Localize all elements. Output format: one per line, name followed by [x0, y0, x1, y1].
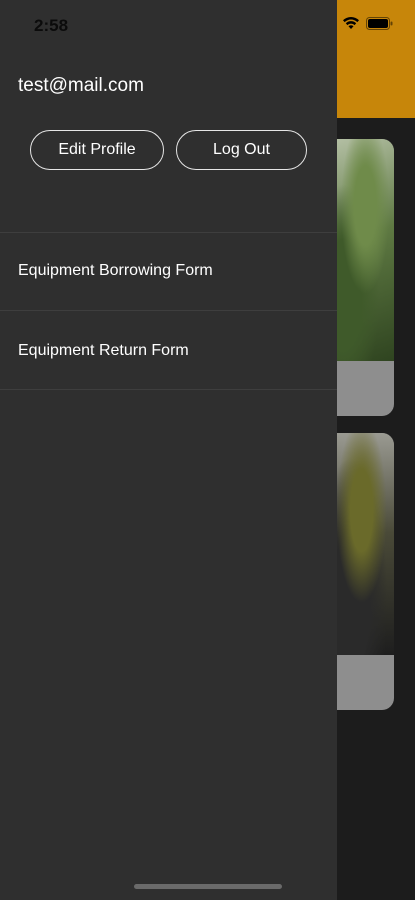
status-icons	[342, 16, 393, 30]
divider	[0, 389, 337, 390]
home-indicator[interactable]	[134, 884, 282, 889]
edit-profile-button[interactable]: Edit Profile	[30, 130, 164, 170]
divider	[0, 310, 337, 311]
menu-item-equipment-borrowing-form[interactable]: Equipment Borrowing Form	[18, 262, 213, 280]
wifi-icon	[342, 16, 360, 30]
divider	[0, 232, 337, 233]
user-email: test@mail.com	[18, 75, 144, 96]
log-out-button[interactable]: Log Out	[176, 130, 307, 170]
menu-item-equipment-return-form[interactable]: Equipment Return Form	[18, 342, 189, 360]
navigation-drawer: 2:58 test@mail.com Edit Profile Log Out …	[0, 0, 337, 900]
battery-icon	[366, 16, 393, 30]
status-time: 2:58	[34, 16, 69, 35]
